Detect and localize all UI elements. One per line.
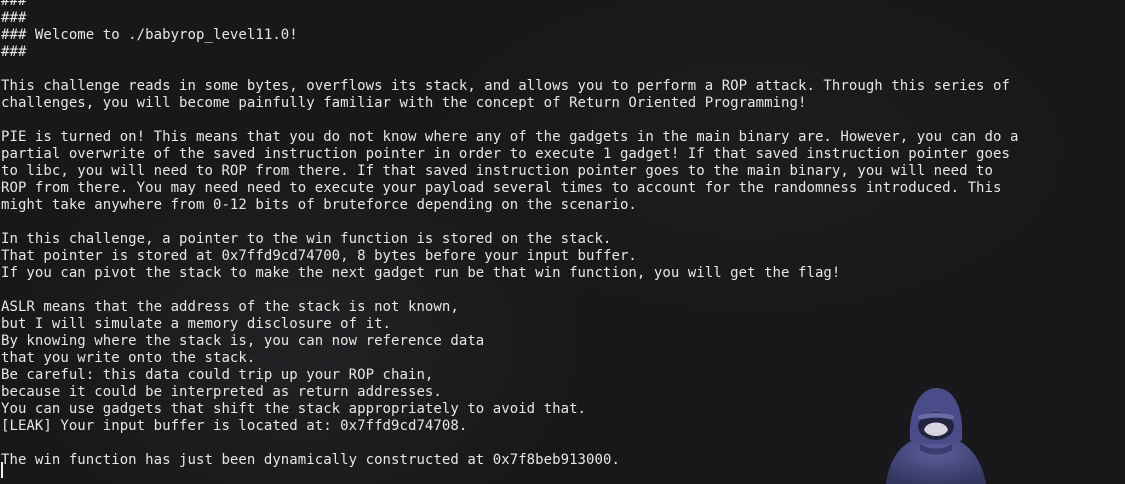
terminal-line: might take anywhere from 0-12 bits of br… [1,197,637,213]
terminal-line: ### [1,0,52,9]
terminal-line: ### [1,44,27,60]
terminal-line: ### Welcome to ./babyrop_level11.0! [1,27,298,43]
terminal-line: In this challenge, a pointer to the win … [1,231,612,247]
terminal-line: Be careful: this data could trip up your… [1,367,434,383]
terminal-cursor [1,462,3,478]
terminal-line: [LEAK] Your input buffer is located at: … [1,418,468,434]
terminal-line: challenges, you will become painfully fa… [1,95,807,111]
terminal-line: because it could be interpreted as retur… [1,384,442,400]
terminal-line: but I will simulate a memory disclosure … [1,316,392,332]
terminal-line: to libc, you will need to ROP from there… [1,163,994,179]
terminal-line: partial overwrite of the saved instructi… [1,146,1010,162]
terminal-output: ### ### ### Welcome to ./babyrop_level11.… [1,0,1018,469]
terminal-window[interactable]: ### ### ### Welcome to ./babyrop_level11.… [0,0,1125,484]
terminal-line: PIE is turned on! This means that you do… [1,129,1019,145]
terminal-line: that you write onto the stack. [1,350,256,366]
terminal-line: ### [1,10,27,26]
terminal-line: If you can pivot the stack to make the n… [1,265,841,281]
terminal-line: That pointer is stored at 0x7ffd9cd74700… [1,248,637,264]
terminal-line: You can use gadgets that shift the stack… [1,401,587,417]
terminal-line: By knowing where the stack is, you can n… [1,333,485,349]
terminal-line: This challenge reads in some bytes, over… [1,78,1010,94]
terminal-line: The win function has just been dynamical… [1,452,620,468]
hooded-figure-icon [886,388,986,484]
terminal-line: ASLR means that the address of the stack… [1,299,459,315]
terminal-line: ROP from there. You may need need to exe… [1,180,1002,196]
